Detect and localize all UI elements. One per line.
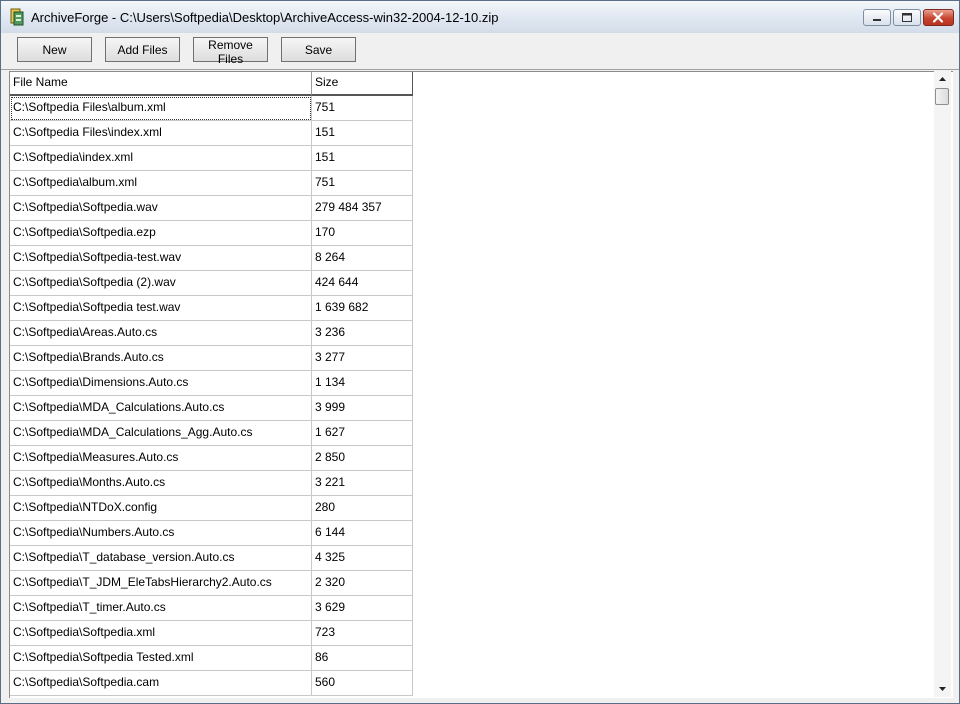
file-name-cell: C:\Softpedia\Softpedia Tested.xml: [10, 646, 312, 671]
file-size-cell: 4 325: [312, 546, 413, 571]
file-list[interactable]: File Name Size C:\Softpedia Files\album.…: [9, 71, 953, 698]
file-name-cell: C:\Softpedia\Softpedia test.wav: [10, 296, 312, 321]
file-name-cell: C:\Softpedia Files\album.xml: [10, 96, 312, 121]
table-row[interactable]: C:\Softpedia\Dimensions.Auto.cs 1 134: [10, 371, 413, 396]
file-size-cell: 1 627: [312, 421, 413, 446]
archiveforge-app-icon: [10, 8, 24, 26]
table-row[interactable]: C:\Softpedia Files\index.xml 151: [10, 121, 413, 146]
file-size-cell: 280: [312, 496, 413, 521]
table-row[interactable]: C:\Softpedia\T_database_version.Auto.cs 4…: [10, 546, 413, 571]
table-row[interactable]: C:\Softpedia\index.xml 151: [10, 146, 413, 171]
file-list-rows: C:\Softpedia Files\album.xml 751 C:\Softpe…: [10, 96, 413, 696]
maximize-button[interactable]: [893, 9, 921, 26]
file-size-cell: 3 999: [312, 396, 413, 421]
table-row[interactable]: C:\Softpedia\Softpedia test.wav 1 639 682: [10, 296, 413, 321]
file-name-cell: C:\Softpedia\MDA_Calculations_Agg.Auto.c…: [10, 421, 312, 446]
scrollbar-thumb[interactable]: [935, 88, 949, 105]
file-size-cell: 151: [312, 146, 413, 171]
file-name-cell: C:\Softpedia\Softpedia.wav: [10, 196, 312, 221]
table-row[interactable]: C:\Softpedia\Softpedia.xml 723: [10, 621, 413, 646]
file-name-cell: C:\Softpedia\T_timer.Auto.cs: [10, 596, 312, 621]
table-row[interactable]: C:\Softpedia\Softpedia.wav 279 484 357: [10, 196, 413, 221]
file-name-cell: C:\Softpedia\Months.Auto.cs: [10, 471, 312, 496]
file-name-cell: C:\Softpedia\Softpedia (2).wav: [10, 271, 312, 296]
file-size-cell: 6 144: [312, 521, 413, 546]
file-name-cell: C:\Softpedia\Dimensions.Auto.cs: [10, 371, 312, 396]
minimize-icon: [873, 19, 881, 21]
toolbar: New Add Files Remove Files Save: [1, 33, 959, 70]
table-row[interactable]: C:\Softpedia\Softpedia.ezp 170: [10, 221, 413, 246]
file-name-cell: C:\Softpedia\Softpedia.cam: [10, 671, 312, 696]
table-row[interactable]: C:\Softpedia\Numbers.Auto.cs 6 144: [10, 521, 413, 546]
table-row[interactable]: C:\Softpedia\NTDoX.config 280: [10, 496, 413, 521]
table-row[interactable]: C:\Softpedia\T_JDM_EleTabsHierarchy2.Aut…: [10, 571, 413, 596]
file-size-cell: 86: [312, 646, 413, 671]
file-size-cell: 3 277: [312, 346, 413, 371]
file-size-cell: 3 629: [312, 596, 413, 621]
file-size-cell: 170: [312, 221, 413, 246]
table-row[interactable]: C:\Softpedia\Brands.Auto.cs 3 277: [10, 346, 413, 371]
scroll-up-arrow-icon[interactable]: [934, 71, 951, 88]
table-row[interactable]: C:\Softpedia\Softpedia-test.wav 8 264: [10, 246, 413, 271]
file-size-cell: 1 134: [312, 371, 413, 396]
file-size-cell: 1 639 682: [312, 296, 413, 321]
file-size-cell: 279 484 357: [312, 196, 413, 221]
file-size-cell: 751: [312, 96, 413, 121]
new-button[interactable]: New: [17, 37, 92, 62]
file-name-cell: C:\Softpedia\album.xml: [10, 171, 312, 196]
table-row[interactable]: C:\Softpedia\Softpedia Tested.xml 86: [10, 646, 413, 671]
table-row[interactable]: C:\Softpedia\Measures.Auto.cs 2 850: [10, 446, 413, 471]
add-files-button[interactable]: Add Files: [105, 37, 180, 62]
table-row[interactable]: C:\Softpedia\MDA_Calculations_Agg.Auto.c…: [10, 421, 413, 446]
file-name-cell: C:\Softpedia\Brands.Auto.cs: [10, 346, 312, 371]
remove-files-button[interactable]: Remove Files: [193, 37, 268, 66]
table-row[interactable]: C:\Softpedia\T_timer.Auto.cs 3 629: [10, 596, 413, 621]
scroll-down-arrow-icon[interactable]: [934, 680, 951, 697]
file-name-cell: C:\Softpedia Files\index.xml: [10, 121, 312, 146]
file-size-cell: 2 850: [312, 446, 413, 471]
file-name-cell: C:\Softpedia\NTDoX.config: [10, 496, 312, 521]
title-bar[interactable]: ArchiveForge - C:\Users\Softpedia\Deskto…: [1, 1, 959, 33]
table-row[interactable]: C:\Softpedia Files\album.xml 751: [10, 96, 413, 121]
file-size-cell: 723: [312, 621, 413, 646]
maximize-icon: [902, 13, 912, 22]
file-size-cell: 751: [312, 171, 413, 196]
file-name-cell: C:\Softpedia\Softpedia.xml: [10, 621, 312, 646]
file-size-cell: 3 236: [312, 321, 413, 346]
table-row[interactable]: C:\Softpedia\Months.Auto.cs 3 221: [10, 471, 413, 496]
main-window: ArchiveForge - C:\Users\Softpedia\Deskto…: [0, 0, 960, 704]
file-name-cell: C:\Softpedia\T_JDM_EleTabsHierarchy2.Aut…: [10, 571, 312, 596]
vertical-scrollbar[interactable]: [934, 71, 951, 697]
file-name-cell: C:\Softpedia\Softpedia-test.wav: [10, 246, 312, 271]
file-name-cell: C:\Softpedia\T_database_version.Auto.cs: [10, 546, 312, 571]
file-name-cell: C:\Softpedia\index.xml: [10, 146, 312, 171]
save-button[interactable]: Save: [281, 37, 356, 62]
file-name-cell: C:\Softpedia\Areas.Auto.cs: [10, 321, 312, 346]
file-size-cell: 560: [312, 671, 413, 696]
file-name-cell: C:\Softpedia\Softpedia.ezp: [10, 221, 312, 246]
file-name-cell: C:\Softpedia\Measures.Auto.cs: [10, 446, 312, 471]
column-header-file-name[interactable]: File Name: [10, 72, 312, 96]
file-size-cell: 424 644: [312, 271, 413, 296]
table-row[interactable]: C:\Softpedia\Softpedia (2).wav 424 644: [10, 271, 413, 296]
close-icon: [932, 12, 944, 23]
file-size-cell: 8 264: [312, 246, 413, 271]
file-size-cell: 151: [312, 121, 413, 146]
file-name-cell: C:\Softpedia\Numbers.Auto.cs: [10, 521, 312, 546]
file-size-cell: 2 320: [312, 571, 413, 596]
table-row[interactable]: C:\Softpedia\Areas.Auto.cs 3 236: [10, 321, 413, 346]
column-header-size[interactable]: Size: [312, 72, 413, 96]
file-name-cell: C:\Softpedia\MDA_Calculations.Auto.cs: [10, 396, 312, 421]
table-row[interactable]: C:\Softpedia\Softpedia.cam 560: [10, 671, 413, 696]
close-button[interactable]: [923, 9, 954, 26]
table-row[interactable]: C:\Softpedia\MDA_Calculations.Auto.cs 3 9…: [10, 396, 413, 421]
table-row[interactable]: C:\Softpedia\album.xml 751: [10, 171, 413, 196]
window-title: ArchiveForge - C:\Users\Softpedia\Deskto…: [31, 10, 499, 25]
minimize-button[interactable]: [863, 9, 891, 26]
file-size-cell: 3 221: [312, 471, 413, 496]
